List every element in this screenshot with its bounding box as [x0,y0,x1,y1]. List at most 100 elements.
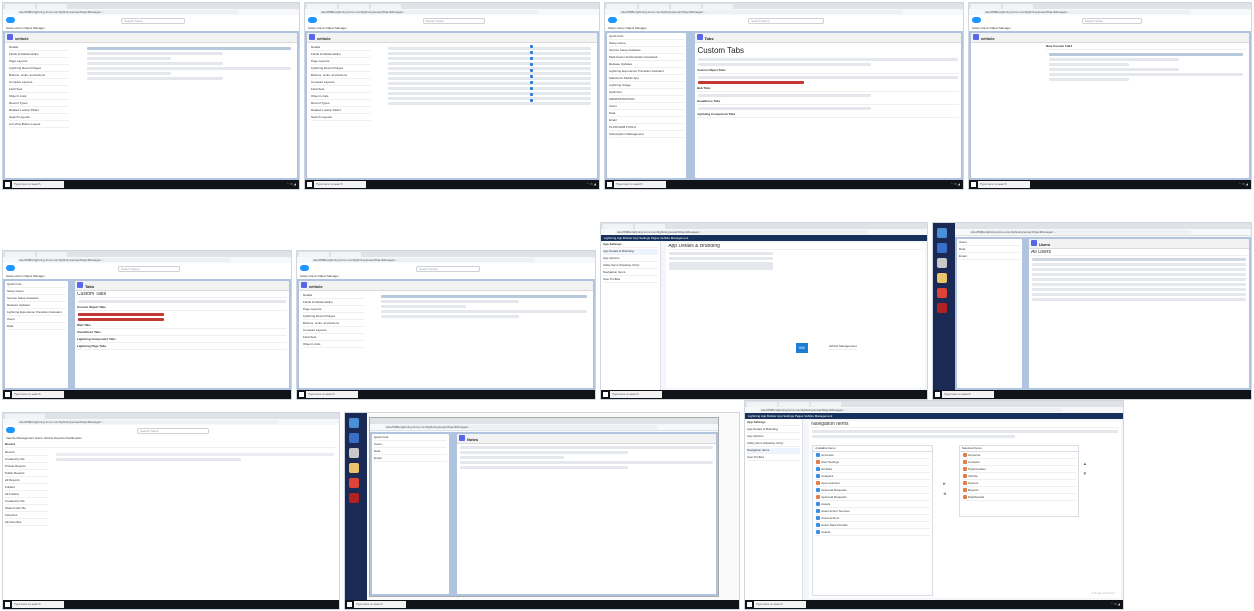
chrome-icon[interactable] [349,478,359,488]
table-row[interactable] [1032,298,1246,301]
taskbar-search[interactable]: Type here to search [354,601,406,608]
sidebar-item[interactable]: Page Layouts [9,59,70,65]
search-input[interactable]: Search Setup [121,18,185,24]
sidebar-item[interactable]: Record Types [311,101,371,107]
search-input[interactable]: Search Setup [748,18,824,24]
windows-start-icon[interactable] [5,602,10,607]
url-text[interactable]: s2ec5f08a.lightning.force.com/lightning/… [619,10,903,14]
windows-start-icon[interactable] [971,182,976,187]
list-item[interactable]: Approval Requests [815,487,930,494]
sidebar-item[interactable]: Related Lookup Filters [311,108,371,114]
taskbar-search[interactable]: Type here to search [610,391,662,398]
checkbox[interactable] [530,93,534,96]
sidebar-item[interactable]: Data [609,111,684,117]
sidebar-item[interactable]: Quick Find [7,282,67,288]
sidebar-item[interactable]: Utility Items (Desktop Only) [603,263,658,269]
address-bar[interactable]: s2ec5f08a.lightning.force.com/lightning/… [370,424,718,431]
sidebar-item[interactable]: User Profiles [747,455,800,461]
sidebar-item[interactable]: App Options [603,256,658,262]
taskbar-search[interactable]: Type here to search [12,181,64,188]
sidebar-item[interactable]: Recent [5,450,49,456]
url-text[interactable]: s2ec5f08a.lightning.force.com/lightning/… [17,10,239,14]
move-right-icon[interactable]: ▸ [943,481,946,487]
salesforce-logo-icon[interactable] [6,265,15,271]
sidebar-item[interactable]: Lightning Record Pages [311,66,371,72]
list-item[interactable]: Accounts [961,452,1077,459]
checkbox[interactable] [530,99,534,102]
sidebar-item[interactable]: Search Layouts [311,115,371,121]
desktop-icon[interactable] [349,418,359,428]
sidebar-item[interactable]: App Details & Branding [603,249,658,255]
sidebar-item[interactable]: Record Types [9,101,70,107]
list-item[interactable]: Opportunities [961,466,1077,473]
checkbox[interactable] [530,45,534,48]
list-item[interactable]: Contacts [961,459,1077,466]
sidebar-item[interactable]: Multi-Factor Authentication Assistant [609,55,684,61]
address-bar[interactable]: s2ec5f08a.lightning.force.com/lightning/… [955,229,1251,236]
salesforce-logo-icon[interactable] [300,265,309,271]
windows-start-icon[interactable] [5,392,10,397]
sidebar-item[interactable]: Details [9,45,70,51]
sidebar-item[interactable]: App Options [747,434,800,440]
sidebar-item[interactable]: Data [374,449,447,455]
checkbox[interactable] [530,51,534,54]
sidebar-item[interactable]: Buttons, Links, and Actions [9,73,70,79]
checkbox[interactable] [530,63,534,66]
taskbar-search[interactable]: Type here to search [614,181,666,188]
taskbar-search[interactable]: Type here to search [754,601,806,608]
url-text[interactable]: s2ec5f08a.lightning.force.com/lightning/… [384,425,658,429]
sidebar-item[interactable]: Users [609,104,684,110]
developer-name-field[interactable] [669,257,773,260]
url-text[interactable]: s2ec5f08a.lightning.force.com/lightning/… [759,408,1063,412]
sidebar-item[interactable]: Users [959,240,1021,246]
table-row[interactable] [1032,288,1246,291]
table-row[interactable] [56,458,241,461]
desktop-icon[interactable] [349,433,359,443]
sidebar-item[interactable]: Lightning Usage [609,83,684,89]
sidebar-item[interactable]: App Details & Branding [747,427,800,433]
table-row[interactable] [1032,293,1246,296]
sidebar-item[interactable]: Setup Home [7,289,67,295]
app-name-field[interactable] [669,252,773,255]
sidebar-item[interactable]: Data [7,324,67,330]
sidebar-item[interactable]: All Reports [5,478,49,484]
available-items-list[interactable]: Available Items Accounts Alert Settings … [812,445,933,596]
list-item[interactable]: App Launcher [815,480,930,487]
sidebar-item[interactable]: Users [374,442,447,448]
sidebar-item[interactable]: Email [609,118,684,124]
taskbar-search[interactable]: Type here to search [12,391,64,398]
taskbar-search[interactable]: Type here to search [314,181,366,188]
table-row[interactable] [1032,278,1246,281]
desktop-icon[interactable] [937,243,947,253]
salesforce-logo-icon[interactable] [972,17,981,23]
checkbox[interactable] [530,87,534,90]
sidebar-item[interactable]: All Favorites [5,520,49,526]
sidebar-item[interactable]: Release Updates [609,62,684,68]
sidebar-item[interactable]: Shared with Me [5,506,49,512]
sidebar-item[interactable]: Navigation Items [603,270,658,276]
sidebar-item[interactable]: Optimizer [609,90,684,96]
selected-items-list[interactable]: Selected Items Accounts Contacts Opportu… [958,445,1080,517]
list-item[interactable]: Dashboards [961,494,1077,501]
sidebar-item[interactable]: Buttons, Links, and Actions [303,321,364,327]
taskbar-search[interactable]: Type here to search [942,391,994,398]
list-item[interactable]: Asset Actions [815,515,930,522]
sidebar-item[interactable]: All Folders [5,492,49,498]
recycle-bin-icon[interactable] [937,258,947,268]
sidebar-item[interactable]: Quick Find [374,435,447,441]
salesforce-logo-icon[interactable] [608,17,617,23]
folder-icon[interactable] [937,273,947,283]
taskbar-search[interactable]: Type here to search [306,391,358,398]
checkbox[interactable] [530,81,534,84]
table-row[interactable] [1032,273,1246,276]
windows-start-icon[interactable] [603,392,608,397]
checkbox[interactable] [530,75,534,78]
list-item[interactable]: Alert Settings [815,459,930,466]
windows-start-icon[interactable] [347,602,352,607]
salesforce-logo-icon[interactable] [6,17,15,23]
sidebar-item[interactable]: Navigation Items [747,448,800,454]
taskbar-search[interactable]: Type here to search [12,601,64,608]
chrome-icon[interactable] [937,288,947,298]
sidebar-item[interactable]: Related Lookup Filters [9,108,70,114]
windows-start-icon[interactable] [5,182,10,187]
